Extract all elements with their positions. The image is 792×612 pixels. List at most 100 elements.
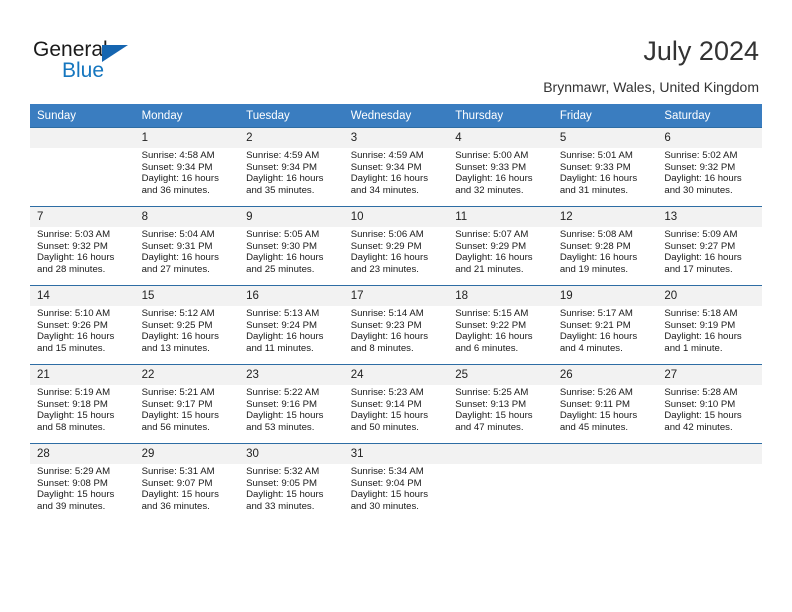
daylight-text: Daylight: 16 hours and 36 minutes. — [141, 173, 219, 196]
daylight-text: Daylight: 15 hours and 42 minutes. — [664, 410, 742, 433]
day-cell-2[interactable]: 2 Sunrise: 4:59 AM Sunset: 9:34 PM Daylight… — [239, 127, 344, 207]
sunrise-text: Sunrise: 4:58 AM — [141, 150, 215, 161]
daylight-text: Daylight: 15 hours and 50 minutes. — [350, 410, 429, 433]
day-cell-24[interactable]: 24 Sunrise: 5:23 AM Sunset: 9:14 PM Dayligh… — [343, 364, 449, 444]
day-cell-27[interactable]: 27 Sunrise: 5:28 AM Sunset: 9:10 PM Dayligh… — [657, 364, 762, 444]
daylight-text: Daylight: 15 hours and 53 minutes. — [246, 410, 324, 433]
day-number: 4 — [448, 128, 553, 148]
day-number: 31 — [343, 444, 449, 464]
day-cell-1[interactable]: 1 Sunrise: 4:58 AM Sunset: 9:34 PM Daylight… — [134, 127, 240, 207]
sunset-text: Sunset: 9:34 PM — [141, 161, 213, 173]
sunset-text: Sunset: 9:04 PM — [350, 477, 422, 489]
sunset-text: Sunset: 9:14 PM — [350, 398, 422, 410]
daylight-text: Daylight: 16 hours and 1 minute. — [664, 331, 742, 354]
logo-triangle-icon — [102, 45, 128, 62]
sunset-text: Sunset: 9:31 PM — [141, 240, 213, 252]
daylight-text: Daylight: 16 hours and 15 minutes. — [37, 331, 115, 354]
day-cell-5[interactable]: 5 Sunrise: 5:01 AM Sunset: 9:33 PM Daylight… — [552, 127, 658, 207]
daylight-text: Daylight: 16 hours and 30 minutes. — [664, 173, 742, 196]
day-number — [552, 444, 658, 464]
sunrise-text: Sunrise: 4:59 AM — [246, 150, 320, 161]
daylight-text: Daylight: 16 hours and 6 minutes. — [455, 331, 533, 354]
day-number: 13 — [657, 207, 762, 227]
daylight-text: Daylight: 15 hours and 47 minutes. — [455, 410, 533, 433]
day-cell-10[interactable]: 10 Sunrise: 5:06 AM Sunset: 9:29 PM Dayligh… — [343, 206, 449, 286]
day-cell-4[interactable]: 4 Sunrise: 5:00 AM Sunset: 9:33 PM Daylight… — [448, 127, 553, 207]
day-cell-8[interactable]: 8 Sunrise: 5:04 AM Sunset: 9:31 PM Daylight… — [134, 206, 240, 286]
weekday-header-tuesday: Tuesday — [239, 104, 344, 128]
sunset-text: Sunset: 9:18 PM — [37, 398, 108, 410]
day-cell-25[interactable]: 25 Sunrise: 5:25 AM Sunset: 9:13 PM Dayligh… — [448, 364, 553, 444]
general-blue-logo[interactable]: General Blue — [33, 38, 163, 86]
daylight-text: Daylight: 16 hours and 23 minutes. — [350, 252, 429, 275]
day-cell-30[interactable]: 30 Sunrise: 5:32 AM Sunset: 9:05 PM Dayligh… — [239, 443, 344, 522]
day-number: 24 — [343, 365, 449, 385]
day-cell-13[interactable]: 13 Sunrise: 5:09 AM Sunset: 9:27 PM Dayligh… — [657, 206, 762, 286]
sunset-text: Sunset: 9:26 PM — [37, 319, 108, 331]
sunset-text: Sunset: 9:34 PM — [246, 161, 318, 173]
sunrise-text: Sunrise: 5:34 AM — [350, 466, 424, 477]
sunrise-text: Sunrise: 5:17 AM — [559, 308, 633, 319]
day-cell-14[interactable]: 14 Sunrise: 5:10 AM Sunset: 9:26 PM Dayligh… — [30, 285, 135, 365]
day-number: 21 — [30, 365, 135, 385]
weekday-header-sunday: Sunday — [30, 104, 135, 128]
day-number: 22 — [134, 365, 240, 385]
day-cell-12[interactable]: 12 Sunrise: 5:08 AM Sunset: 9:28 PM Dayligh… — [552, 206, 658, 286]
day-cell-20[interactable]: 20 Sunrise: 5:18 AM Sunset: 9:19 PM Dayligh… — [657, 285, 762, 365]
sunrise-text: Sunrise: 5:29 AM — [37, 466, 111, 477]
day-cell-18[interactable]: 18 Sunrise: 5:15 AM Sunset: 9:22 PM Dayligh… — [448, 285, 553, 365]
sunset-text: Sunset: 9:17 PM — [141, 398, 213, 410]
sunrise-text: Sunrise: 5:05 AM — [246, 229, 320, 240]
day-number: 19 — [552, 286, 658, 306]
day-cell-15[interactable]: 15 Sunrise: 5:12 AM Sunset: 9:25 PM Dayligh… — [134, 285, 240, 365]
sunset-text: Sunset: 9:23 PM — [350, 319, 422, 331]
sunset-text: Sunset: 9:25 PM — [141, 319, 213, 331]
day-cell-7[interactable]: 7 Sunrise: 5:03 AM Sunset: 9:32 PM Daylight… — [30, 206, 135, 286]
day-cell-empty — [657, 443, 762, 522]
day-cell-empty — [448, 443, 553, 522]
day-cell-29[interactable]: 29 Sunrise: 5:31 AM Sunset: 9:07 PM Dayligh… — [134, 443, 240, 522]
calendar-week-row: 1 Sunrise: 4:58 AM Sunset: 9:34 PM Daylight… — [30, 127, 762, 207]
sunrise-text: Sunrise: 5:14 AM — [350, 308, 424, 319]
sunrise-sunset-calendar: Sunday Monday Tuesday Wednesday Thursday… — [30, 104, 762, 522]
day-cell-31[interactable]: 31 Sunrise: 5:34 AM Sunset: 9:04 PM Dayligh… — [343, 443, 449, 522]
sunrise-text: Sunrise: 5:22 AM — [246, 387, 320, 398]
day-number: 7 — [30, 207, 135, 227]
day-cell-23[interactable]: 23 Sunrise: 5:22 AM Sunset: 9:16 PM Dayligh… — [239, 364, 344, 444]
day-number: 23 — [239, 365, 344, 385]
day-cell-26[interactable]: 26 Sunrise: 5:26 AM Sunset: 9:11 PM Dayligh… — [552, 364, 658, 444]
day-cell-3[interactable]: 3 Sunrise: 4:59 AM Sunset: 9:34 PM Daylight… — [343, 127, 449, 207]
sunset-text: Sunset: 9:34 PM — [350, 161, 422, 173]
sunrise-text: Sunrise: 4:59 AM — [350, 150, 424, 161]
sunrise-text: Sunrise: 5:06 AM — [350, 229, 424, 240]
daylight-text: Daylight: 15 hours and 39 minutes. — [37, 489, 115, 512]
daylight-text: Daylight: 15 hours and 58 minutes. — [37, 410, 115, 433]
day-cell-9[interactable]: 9 Sunrise: 5:05 AM Sunset: 9:30 PM Daylight… — [239, 206, 344, 286]
sunrise-text: Sunrise: 5:07 AM — [455, 229, 529, 240]
day-number: 9 — [239, 207, 344, 227]
daylight-text: Daylight: 15 hours and 56 minutes. — [141, 410, 219, 433]
day-cell-11[interactable]: 11 Sunrise: 5:07 AM Sunset: 9:29 PM Dayligh… — [448, 206, 553, 286]
sunrise-text: Sunrise: 5:32 AM — [246, 466, 320, 477]
day-cell-6[interactable]: 6 Sunrise: 5:02 AM Sunset: 9:32 PM Daylight… — [657, 127, 762, 207]
day-cell-21[interactable]: 21 Sunrise: 5:19 AM Sunset: 9:18 PM Dayligh… — [30, 364, 135, 444]
sunset-text: Sunset: 9:13 PM — [455, 398, 527, 410]
day-number: 2 — [239, 128, 344, 148]
calendar-page: General Blue July 2024 Brynmawr, Wales, … — [0, 0, 792, 612]
sunset-text: Sunset: 9:28 PM — [559, 240, 631, 252]
sunset-text: Sunset: 9:29 PM — [455, 240, 527, 252]
day-cell-19[interactable]: 19 Sunrise: 5:17 AM Sunset: 9:21 PM Dayligh… — [552, 285, 658, 365]
weekday-header-saturday: Saturday — [657, 104, 762, 128]
day-cell-28[interactable]: 28 Sunrise: 5:29 AM Sunset: 9:08 PM Dayligh… — [30, 443, 135, 522]
sunset-text: Sunset: 9:27 PM — [664, 240, 736, 252]
daylight-text: Daylight: 16 hours and 19 minutes. — [559, 252, 638, 275]
sunset-text: Sunset: 9:11 PM — [559, 398, 631, 410]
sunset-text: Sunset: 9:08 PM — [37, 477, 108, 489]
day-cell-17[interactable]: 17 Sunrise: 5:14 AM Sunset: 9:23 PM Dayligh… — [343, 285, 449, 365]
sunrise-text: Sunrise: 5:04 AM — [141, 229, 215, 240]
day-cell-22[interactable]: 22 Sunrise: 5:21 AM Sunset: 9:17 PM Dayligh… — [134, 364, 240, 444]
sunset-text: Sunset: 9:19 PM — [664, 319, 736, 331]
sunrise-text: Sunrise: 5:10 AM — [37, 308, 111, 319]
day-cell-16[interactable]: 16 Sunrise: 5:13 AM Sunset: 9:24 PM Dayligh… — [239, 285, 344, 365]
calendar-week-row: 28 Sunrise: 5:29 AM Sunset: 9:08 PM Dayligh… — [30, 443, 762, 522]
